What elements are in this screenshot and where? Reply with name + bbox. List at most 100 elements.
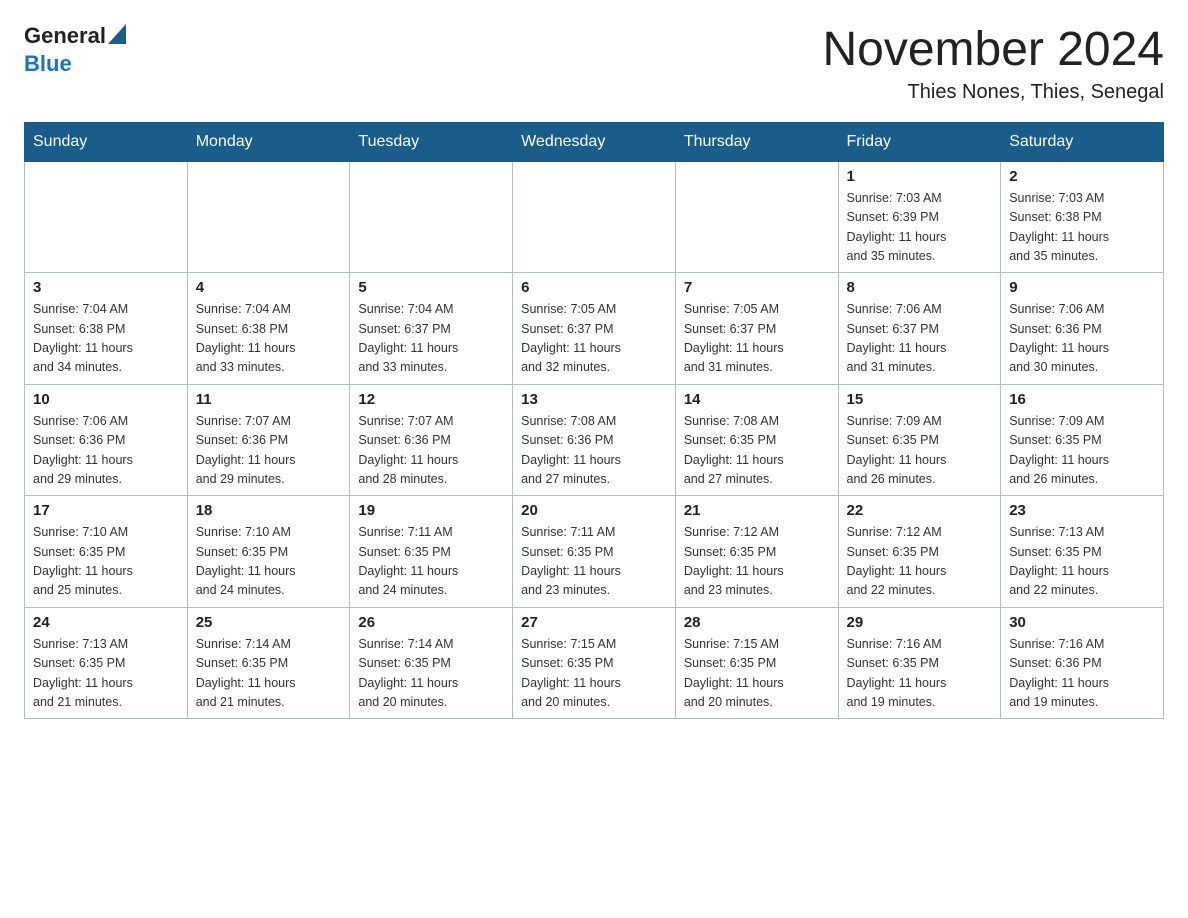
day-number: 18 [196,502,342,519]
day-number: 29 [847,614,993,631]
calendar-cell: 18Sunrise: 7:10 AMSunset: 6:35 PMDayligh… [187,496,350,608]
calendar-cell: 2Sunrise: 7:03 AMSunset: 6:38 PMDaylight… [1001,161,1164,273]
logo-triangle-icon [108,24,126,44]
calendar-cell: 30Sunrise: 7:16 AMSunset: 6:36 PMDayligh… [1001,607,1164,719]
calendar-cell [25,161,188,273]
calendar-week-row: 24 Sunrise: 7:13 AMSunset: 6:35 PMDayligh… [25,607,1164,719]
day-number: 28 [684,614,830,631]
day-number: 21 [684,502,830,519]
day-number: 24 [33,614,179,631]
calendar-week-row: 3 Sunrise: 7:04 AMSunset: 6:38 PMDaylight… [25,273,1164,385]
day-number: 4 [196,279,342,296]
calendar-cell: 14Sunrise: 7:08 AMSunset: 6:35 PMDayligh… [675,384,838,496]
day-number: 26 [358,614,504,631]
day-number: 6 [521,279,667,296]
calendar-cell: 12 Sunrise: 7:07 AMSunset: 6:36 PMDayligh… [350,384,513,496]
day-info: Sunrise: 7:03 AMSunset: 6:38 PMDaylight:… [1009,189,1155,267]
day-number: 12 [358,391,504,408]
calendar-cell: 15 Sunrise: 7:09 AMSunset: 6:35 PMDayligh… [838,384,1001,496]
calendar-cell: 7 Sunrise: 7:05 AMSunset: 6:37 PMDaylight… [675,273,838,385]
day-info: Sunrise: 7:07 AMSunset: 6:36 PMDaylight:… [358,412,504,490]
day-number: 16 [1009,391,1155,408]
day-info: Sunrise: 7:06 AMSunset: 6:36 PMDaylight:… [33,412,179,490]
weekday-header-friday: Friday [838,122,1001,161]
logo-general-text: General [24,24,106,48]
weekday-header-wednesday: Wednesday [513,122,676,161]
day-info: Sunrise: 7:06 AMSunset: 6:37 PMDaylight:… [847,300,993,378]
day-number: 15 [847,391,993,408]
day-info: Sunrise: 7:16 AMSunset: 6:35 PMDaylight:… [847,635,993,713]
day-info: Sunrise: 7:15 AMSunset: 6:35 PMDaylight:… [684,635,830,713]
day-number: 8 [847,279,993,296]
day-number: 1 [847,168,993,185]
calendar-cell: 6 Sunrise: 7:05 AMSunset: 6:37 PMDaylight… [513,273,676,385]
logo: General Blue [24,24,126,77]
calendar-cell: 16 Sunrise: 7:09 AMSunset: 6:35 PMDayligh… [1001,384,1164,496]
day-info: Sunrise: 7:12 AMSunset: 6:35 PMDaylight:… [847,523,993,601]
day-info: Sunrise: 7:04 AMSunset: 6:38 PMDaylight:… [196,300,342,378]
calendar-cell: 9 Sunrise: 7:06 AMSunset: 6:36 PMDaylight… [1001,273,1164,385]
calendar-cell: 24 Sunrise: 7:13 AMSunset: 6:35 PMDayligh… [25,607,188,719]
calendar-cell [675,161,838,273]
day-number: 10 [33,391,179,408]
calendar-cell: 23 Sunrise: 7:13 AMSunset: 6:35 PMDayligh… [1001,496,1164,608]
logo-blue-text: Blue [24,51,72,77]
day-info: Sunrise: 7:07 AMSunset: 6:36 PMDaylight:… [196,412,342,490]
day-number: 25 [196,614,342,631]
day-info: Sunrise: 7:11 AMSunset: 6:35 PMDaylight:… [521,523,667,601]
calendar-cell: 20 Sunrise: 7:11 AMSunset: 6:35 PMDayligh… [513,496,676,608]
day-number: 20 [521,502,667,519]
month-title: November 2024 [822,24,1164,77]
day-number: 11 [196,391,342,408]
weekday-header-thursday: Thursday [675,122,838,161]
calendar-cell: 21 Sunrise: 7:12 AMSunset: 6:35 PMDayligh… [675,496,838,608]
calendar-cell [513,161,676,273]
calendar-cell: 8 Sunrise: 7:06 AMSunset: 6:37 PMDaylight… [838,273,1001,385]
weekday-header-monday: Monday [187,122,350,161]
calendar-cell: 1 Sunrise: 7:03 AMSunset: 6:39 PMDaylight… [838,161,1001,273]
calendar-week-row: 17 Sunrise: 7:10 AMSunset: 6:35 PMDayligh… [25,496,1164,608]
day-number: 13 [521,391,667,408]
day-number: 9 [1009,279,1155,296]
calendar-cell: 27Sunrise: 7:15 AMSunset: 6:35 PMDayligh… [513,607,676,719]
day-info: Sunrise: 7:12 AMSunset: 6:35 PMDaylight:… [684,523,830,601]
weekday-header-saturday: Saturday [1001,122,1164,161]
day-info: Sunrise: 7:14 AMSunset: 6:35 PMDaylight:… [196,635,342,713]
calendar-cell: 22 Sunrise: 7:12 AMSunset: 6:35 PMDayligh… [838,496,1001,608]
title-block: November 2024 Thies Nones, Thies, Senega… [822,24,1164,104]
day-info: Sunrise: 7:05 AMSunset: 6:37 PMDaylight:… [521,300,667,378]
calendar-cell: 11 Sunrise: 7:07 AMSunset: 6:36 PMDayligh… [187,384,350,496]
day-info: Sunrise: 7:03 AMSunset: 6:39 PMDaylight:… [847,189,993,267]
calendar-week-row: 10 Sunrise: 7:06 AMSunset: 6:36 PMDayligh… [25,384,1164,496]
day-info: Sunrise: 7:09 AMSunset: 6:35 PMDaylight:… [847,412,993,490]
calendar-week-row: 1 Sunrise: 7:03 AMSunset: 6:39 PMDaylight… [25,161,1164,273]
weekday-header-tuesday: Tuesday [350,122,513,161]
calendar-cell: 19Sunrise: 7:11 AMSunset: 6:35 PMDayligh… [350,496,513,608]
calendar-cell: 3Sunrise: 7:04 AMSunset: 6:38 PMDaylight… [25,273,188,385]
calendar-cell: 28 Sunrise: 7:15 AMSunset: 6:35 PMDayligh… [675,607,838,719]
day-number: 23 [1009,502,1155,519]
calendar-cell: 4 Sunrise: 7:04 AMSunset: 6:38 PMDaylight… [187,273,350,385]
day-number: 22 [847,502,993,519]
day-info: Sunrise: 7:13 AMSunset: 6:35 PMDaylight:… [1009,523,1155,601]
day-number: 7 [684,279,830,296]
day-number: 14 [684,391,830,408]
calendar-cell [187,161,350,273]
calendar-cell: 10 Sunrise: 7:06 AMSunset: 6:36 PMDayligh… [25,384,188,496]
day-number: 19 [358,502,504,519]
calendar-cell [350,161,513,273]
day-number: 3 [33,279,179,296]
day-number: 17 [33,502,179,519]
day-info: Sunrise: 7:09 AMSunset: 6:35 PMDaylight:… [1009,412,1155,490]
calendar-table: SundayMondayTuesdayWednesdayThursdayFrid… [24,122,1164,720]
day-info: Sunrise: 7:13 AMSunset: 6:35 PMDaylight:… [33,635,179,713]
day-info: Sunrise: 7:10 AMSunset: 6:35 PMDaylight:… [33,523,179,601]
day-info: Sunrise: 7:04 AMSunset: 6:37 PMDaylight:… [358,300,504,378]
day-number: 5 [358,279,504,296]
day-number: 27 [521,614,667,631]
day-info: Sunrise: 7:06 AMSunset: 6:36 PMDaylight:… [1009,300,1155,378]
location-text: Thies Nones, Thies, Senegal [822,81,1164,104]
page-header: General Blue November 2024 Thies Nones, … [24,24,1164,104]
day-info: Sunrise: 7:05 AMSunset: 6:37 PMDaylight:… [684,300,830,378]
day-number: 30 [1009,614,1155,631]
